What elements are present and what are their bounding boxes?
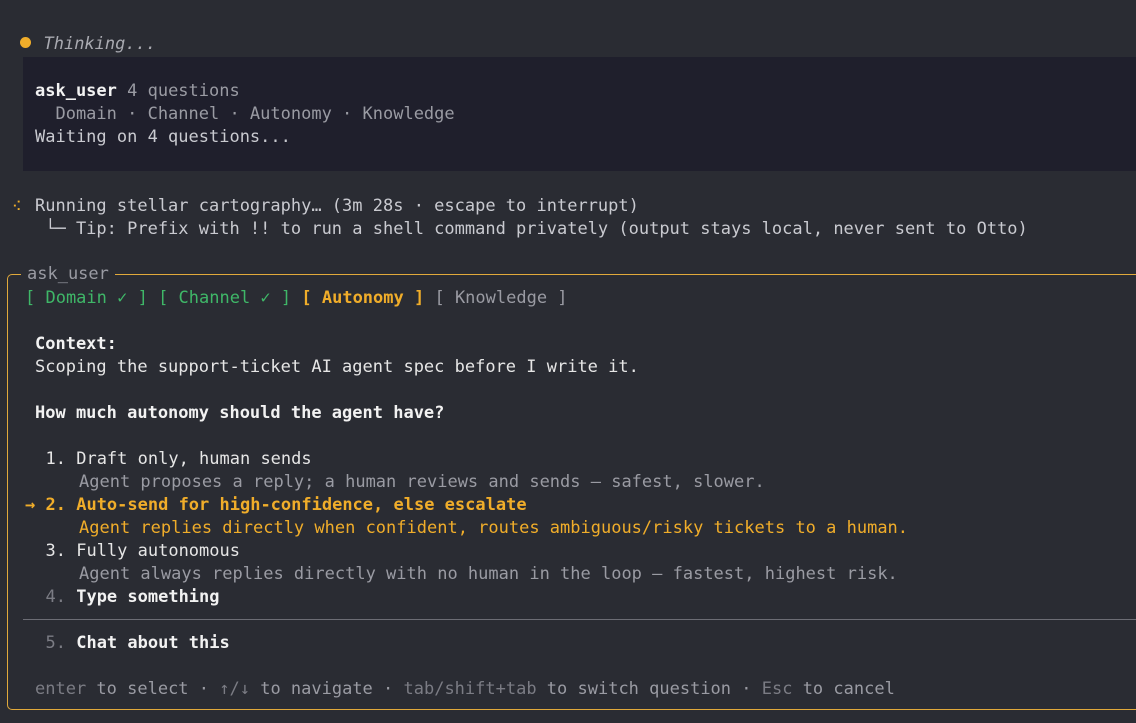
option-marker	[25, 587, 45, 607]
option-3[interactable]: 3. Fully autonomous	[25, 540, 240, 563]
thinking-indicator: Thinking...	[0, 10, 156, 54]
option-label: Type something	[76, 587, 220, 607]
panel-title: ask_user	[21, 263, 115, 286]
option-label: Fully autonomous	[76, 541, 240, 561]
option-1[interactable]: 1. Draft only, human sends	[25, 448, 312, 471]
question-tabs: [ Domain ✓ ] [ Channel ✓ ] [ Autonomy ] …	[25, 287, 568, 310]
option-2-selected[interactable]: → 2. Auto-send for high-confidence, else…	[25, 494, 527, 517]
question-text: How much autonomy should the agent have?	[35, 403, 445, 423]
keyboard-hints: enter to select · ↑/↓ to navigate · tab/…	[35, 678, 895, 701]
option-number: 3.	[45, 541, 66, 561]
spinner-dots-icon: ⠪	[12, 200, 22, 215]
selection-arrow-icon: →	[25, 495, 46, 515]
nav-key-hint: ↑/↓	[219, 679, 250, 699]
tool-summary: 4 questions	[116, 81, 240, 101]
tool-status: Waiting on 4 questions...	[35, 127, 291, 147]
option-marker	[25, 449, 45, 469]
option-marker	[25, 541, 45, 561]
option-label: Chat about this	[76, 633, 230, 653]
enter-action: to select ·	[86, 679, 220, 699]
enter-key-hint: enter	[35, 679, 87, 699]
context-heading: Context:	[35, 334, 117, 354]
option-3-description: Agent always replies directly with no hu…	[79, 564, 898, 584]
running-status: Running stellar cartography… (3m 28s · e…	[35, 196, 639, 216]
option-number: 5.	[45, 633, 66, 653]
nav-action: to navigate ·	[249, 679, 404, 699]
esc-action: to cancel	[792, 679, 895, 699]
option-marker	[25, 633, 45, 653]
option-2-description: Agent replies directly when confident, r…	[79, 518, 909, 538]
option-number: 4.	[45, 587, 66, 607]
tool-name: ask_user	[35, 81, 117, 101]
options-divider	[23, 619, 1136, 620]
option-5-chat[interactable]: 5. Chat about this	[25, 632, 230, 655]
option-1-description: Agent proposes a reply; a human reviews …	[79, 472, 765, 492]
tab-channel[interactable]: [ Channel ✓ ]	[158, 288, 291, 308]
thinking-label: Thinking...	[43, 34, 157, 54]
tab-domain[interactable]: [ Domain ✓ ]	[25, 288, 148, 308]
esc-key-hint: Esc	[761, 679, 793, 699]
option-number: 1.	[45, 449, 66, 469]
option-label: Auto-send for high-confidence, else esca…	[76, 495, 527, 515]
running-tip: └─ Tip: Prefix with !! to run a shell co…	[35, 219, 1028, 239]
option-4-type-something[interactable]: 4. Type something	[25, 586, 220, 609]
tab-key-hint: tab/shift+tab	[403, 679, 537, 699]
tab-knowledge[interactable]: [ Knowledge ]	[434, 288, 567, 308]
tool-topics: Domain · Channel · Autonomy · Knowledge	[35, 104, 455, 124]
tab-autonomy[interactable]: [ Autonomy ]	[301, 288, 424, 308]
option-number: 2.	[45, 495, 66, 515]
option-label: Draft only, human sends	[76, 449, 312, 469]
tab-action: to switch question ·	[536, 679, 762, 699]
context-text: Scoping the support-ticket AI agent spec…	[35, 357, 639, 377]
tool-call-header: ask_user 4 questions	[35, 80, 240, 103]
status-dot-icon	[20, 36, 32, 48]
